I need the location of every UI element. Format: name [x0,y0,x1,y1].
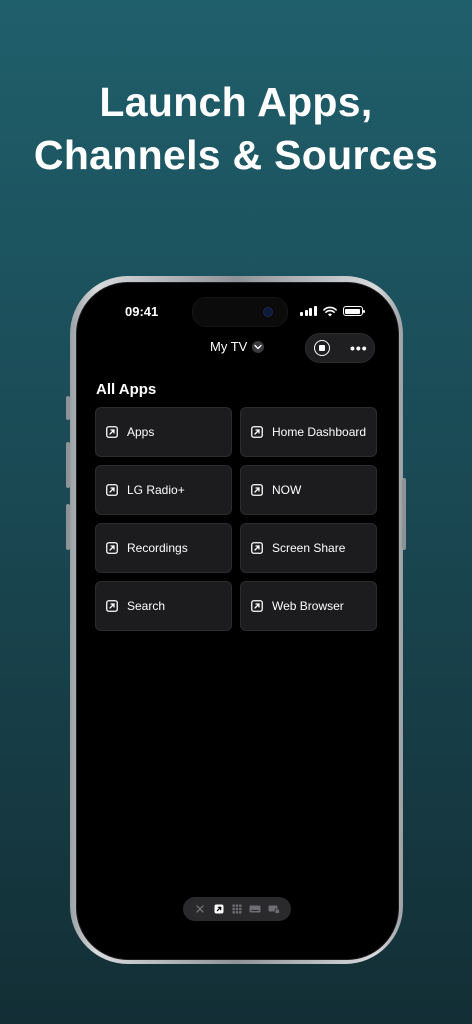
app-tile-search[interactable]: Search [95,581,232,631]
phone-screen: 09:41 My TV ••• All Apps Apps Home Dashb… [76,282,399,960]
tv-name: My TV [210,339,248,354]
app-tile-now[interactable]: NOW [240,465,377,515]
arrow-up-right-square-icon [251,542,263,554]
bottom-tab-bar [183,897,291,921]
app-tile-label: Home Dashboard [272,425,367,439]
arrow-up-right-square-icon [251,484,263,496]
app-tile-label: Screen Share [272,541,346,555]
remote-icon[interactable] [193,902,207,916]
arrow-up-right-square-icon [106,426,118,438]
chevron-down-icon [252,340,265,353]
section-title: All Apps [96,381,157,398]
tv-selector[interactable]: My TV [210,339,265,354]
status-icons [300,305,365,317]
app-tile-recordings[interactable]: Recordings [95,523,232,573]
apps-launch-icon[interactable] [212,902,226,916]
app-tile-label: LG Radio+ [127,483,185,497]
wifi-icon [322,306,337,316]
status-time: 09:41 [125,304,159,319]
arrow-up-right-square-icon [106,600,118,612]
headline-line-2: Channels & Sources [33,132,439,178]
app-tile-label: Recordings [127,541,188,555]
app-tile-home-dashboard[interactable]: Home Dashboard [240,407,377,457]
keypad-icon[interactable] [230,902,244,916]
app-tile-label: Web Browser [272,599,344,613]
keyboard-icon[interactable] [248,902,262,916]
app-tile-screen-share[interactable]: Screen Share [240,523,377,573]
camera-icon [263,307,273,317]
controls-pill: ••• [305,333,375,363]
arrow-up-right-square-icon [251,600,263,612]
phone-volume-down-button [66,504,70,550]
phone-power-button [402,478,406,550]
stop-circle-icon[interactable] [314,340,330,356]
app-tile-label: NOW [272,483,302,497]
phone-volume-up-button [66,442,70,488]
phone-action-button [66,396,70,420]
arrow-up-right-square-icon [106,484,118,496]
cellular-signal-icon [300,306,317,316]
more-horizontal-icon[interactable]: ••• [350,341,368,355]
arrow-up-right-square-icon [251,426,263,438]
app-tile-web-browser[interactable]: Web Browser [240,581,377,631]
battery-icon [342,306,365,316]
app-tile-label: Search [127,599,166,613]
headline: Launch Apps, Channels & Sources [0,76,472,182]
app-tile-apps[interactable]: Apps [95,407,232,457]
dynamic-island [192,297,288,327]
app-tile-lg-radio[interactable]: LG Radio+ [95,465,232,515]
screen-mirror-icon[interactable] [267,902,281,916]
headline-line-1: Launch Apps, [99,79,373,125]
app-tile-label: Apps [127,425,155,439]
arrow-up-right-square-icon [106,542,118,554]
